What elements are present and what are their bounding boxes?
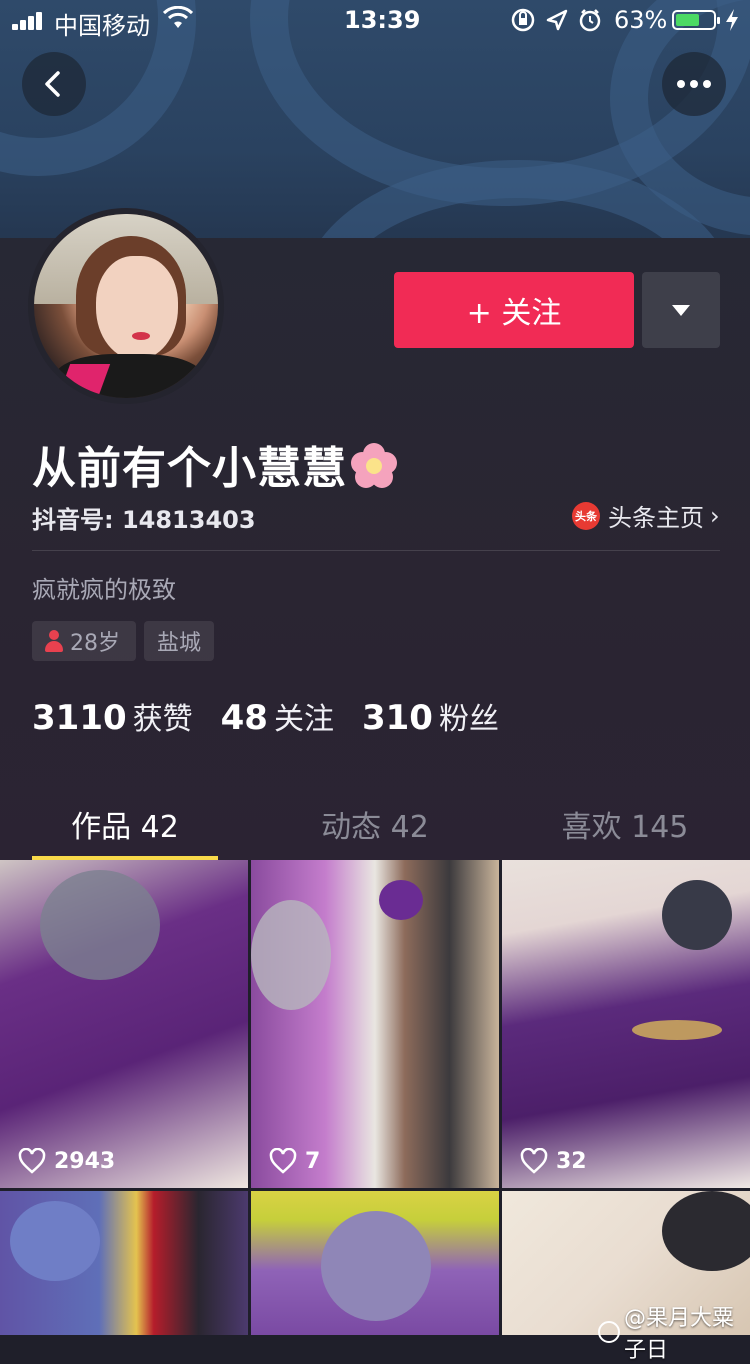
stat-label: 粉丝 bbox=[438, 702, 499, 737]
nickname-text: 从前有个小慧慧 bbox=[32, 443, 347, 494]
alarm-icon bbox=[579, 9, 601, 32]
like-count: 7 bbox=[269, 1148, 320, 1174]
followers-count[interactable]: 310 粉丝 bbox=[362, 694, 499, 738]
charging-icon bbox=[726, 9, 738, 31]
douyin-id: 抖音号: 14813403 bbox=[32, 506, 256, 534]
video-thumbnail[interactable] bbox=[251, 1191, 499, 1335]
like-count: 32 bbox=[520, 1148, 587, 1174]
wifi-icon bbox=[163, 6, 193, 28]
video-thumbnail[interactable]: 7 bbox=[251, 860, 499, 1188]
heart-icon bbox=[18, 1148, 46, 1174]
likes-count[interactable]: 3110 获赞 bbox=[32, 694, 193, 738]
profile-tabs: 作品 42 动态 42 喜欢 145 bbox=[0, 790, 750, 860]
heart-icon bbox=[269, 1148, 297, 1174]
tab-likes[interactable]: 喜欢 145 bbox=[500, 802, 750, 846]
follow-button[interactable]: + 关注 bbox=[394, 272, 634, 348]
battery-icon bbox=[672, 10, 720, 30]
toutiao-link-label: 头条主页 bbox=[608, 504, 704, 532]
bio: 疯就疯的极致 bbox=[32, 576, 176, 604]
age-tag: 28岁 bbox=[32, 621, 136, 661]
avatar[interactable] bbox=[28, 208, 224, 404]
video-grid: 2943 7 32 bbox=[0, 860, 750, 1335]
city-tag: 盐城 bbox=[144, 621, 214, 661]
chevron-right-icon: › bbox=[710, 501, 720, 530]
status-icons bbox=[511, 8, 601, 32]
more-dots-icon bbox=[677, 80, 711, 88]
like-count-text: 32 bbox=[556, 1148, 587, 1174]
video-thumbnail[interactable]: 2943 bbox=[0, 860, 248, 1188]
weibo-icon bbox=[598, 1321, 620, 1343]
heart-icon bbox=[520, 1148, 548, 1174]
like-count-text: 7 bbox=[305, 1148, 321, 1174]
battery-percent: 63% bbox=[614, 6, 668, 34]
more-button[interactable] bbox=[662, 52, 726, 116]
nickname: 从前有个小慧慧 bbox=[32, 432, 397, 496]
location-icon bbox=[546, 9, 568, 31]
clock: 13:39 bbox=[344, 6, 421, 34]
video-thumbnail[interactable]: 32 bbox=[502, 860, 750, 1188]
recommend-dropdown-button[interactable] bbox=[642, 272, 720, 348]
stat-number: 310 bbox=[361, 698, 433, 738]
stat-number: 3110 bbox=[32, 698, 127, 738]
toutiao-homepage-link[interactable]: 头条 头条主页 › bbox=[572, 498, 720, 533]
tab-moments[interactable]: 动态 42 bbox=[250, 802, 500, 846]
status-bar: 中国移动 13:39 63% bbox=[0, 0, 750, 40]
tab-works[interactable]: 作品 42 bbox=[0, 802, 250, 846]
like-count-text: 2943 bbox=[54, 1148, 116, 1174]
stat-label: 获赞 bbox=[132, 702, 193, 737]
stat-label: 关注 bbox=[273, 702, 334, 737]
toutiao-logo-icon: 头条 bbox=[572, 501, 600, 530]
weibo-watermark: @果月大粟子日 bbox=[598, 1300, 750, 1364]
signal-icon bbox=[12, 12, 48, 30]
avatar-image bbox=[34, 214, 218, 398]
stat-number: 48 bbox=[220, 698, 268, 738]
chevron-left-icon bbox=[45, 71, 60, 97]
carrier-name: 中国移动 bbox=[54, 12, 150, 40]
watermark-text: @果月大粟子日 bbox=[624, 1306, 735, 1363]
female-person-icon bbox=[44, 630, 64, 652]
divider bbox=[32, 550, 720, 551]
cherry-blossom-icon bbox=[351, 443, 397, 489]
like-count: 2943 bbox=[18, 1148, 115, 1174]
triangle-down-icon bbox=[672, 304, 690, 316]
following-count[interactable]: 48 关注 bbox=[221, 694, 334, 738]
back-button[interactable] bbox=[22, 52, 86, 116]
age-text: 28岁 bbox=[70, 631, 120, 656]
profile-stats: 3110 获赞 48 关注 310 粉丝 bbox=[32, 694, 499, 738]
video-thumbnail[interactable] bbox=[0, 1191, 248, 1335]
orientation-lock-icon bbox=[511, 8, 535, 32]
